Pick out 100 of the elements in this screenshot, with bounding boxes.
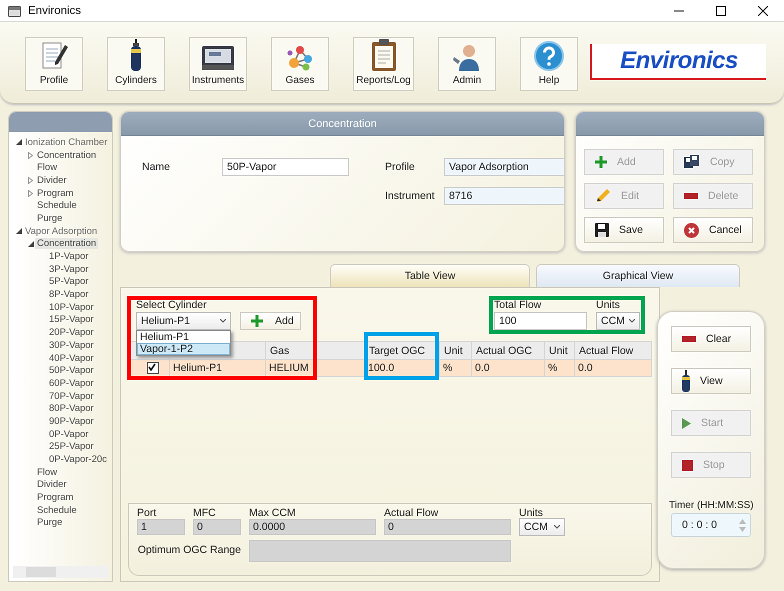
actual-flow-field[interactable]: 0 <box>384 519 511 535</box>
dropdown-option[interactable]: Vapor-1-P2 <box>137 343 230 355</box>
pencil-icon <box>595 188 611 204</box>
tree-item[interactable]: Program <box>35 492 76 504</box>
toolbar-button[interactable]: Reports/Log <box>353 37 414 91</box>
tree-item[interactable]: Purge <box>35 212 64 224</box>
column-header: Unit <box>440 342 472 360</box>
tree-item[interactable]: Divider <box>35 479 69 490</box>
tree-item[interactable]: 5P-Vapor <box>47 276 90 288</box>
cylinder-select[interactable]: Helium-P1 <box>136 312 231 330</box>
expanded-icon[interactable] <box>16 139 22 146</box>
collapsed-icon[interactable] <box>28 152 33 159</box>
field-label: Units <box>596 299 621 312</box>
tree-item[interactable]: 50P-Vapor <box>47 365 96 376</box>
max-ccm-field[interactable]: 0.0000 <box>249 519 376 535</box>
tree-item[interactable]: Schedule <box>35 200 79 212</box>
caret-icon <box>629 319 635 323</box>
instrument-field[interactable]: 8716 <box>444 187 564 205</box>
tree-item[interactable]: Schedule <box>35 504 79 516</box>
tree-item[interactable]: 80P-Vapor <box>47 403 96 414</box>
tree-item[interactable]: Flow <box>35 466 60 478</box>
table-cell: Helium-P1 <box>170 360 266 376</box>
field-label: Max CCM <box>249 507 297 519</box>
dropdown-option[interactable]: Helium-P1 <box>137 331 230 343</box>
toolbar-button[interactable]: Admin <box>438 37 496 91</box>
tree-item[interactable]: 10P-Vapor <box>47 302 96 313</box>
tree-item[interactable]: Ionization Chamber <box>23 136 110 148</box>
clipboard-icon <box>372 39 396 71</box>
action-button[interactable]: Save <box>584 217 664 243</box>
column-header: Actual Flow <box>574 342 652 360</box>
expanded-icon[interactable] <box>16 228 22 234</box>
plus-icon <box>595 156 607 168</box>
tree-item[interactable]: 8P-Vapor <box>47 289 90 300</box>
units-select[interactable]: CCM <box>596 312 640 330</box>
close-icon[interactable] <box>758 6 768 16</box>
field-label: Profile <box>385 161 416 173</box>
tree-item[interactable]: 20P-Vapor <box>47 327 96 338</box>
caret-icon <box>220 319 226 323</box>
field-label: Optimum OGC Range <box>138 544 241 556</box>
mfc-field[interactable]: 0 <box>193 519 241 535</box>
caret-icon <box>554 525 560 529</box>
field-label: Instrument <box>385 190 436 202</box>
field-label: Name <box>142 161 172 173</box>
toolbar-button[interactable]: Instruments <box>189 37 247 91</box>
units-select[interactable]: CCM <box>519 518 565 536</box>
port-field[interactable]: 1 <box>137 519 185 535</box>
toolbar-button[interactable]: Profile <box>25 37 83 91</box>
total-flow-field[interactable]: 100 <box>494 312 587 330</box>
tree-item[interactable]: 0P-Vapor <box>47 428 90 440</box>
field-label: Select Cylinder <box>136 299 208 312</box>
minus-icon <box>682 336 696 342</box>
collapsed-icon[interactable] <box>28 190 33 197</box>
tree-item[interactable]: 90P-Vapor <box>47 416 96 427</box>
window-icon <box>8 4 21 16</box>
tree-item[interactable]: 70P-Vapor <box>47 390 96 402</box>
collapsed-icon[interactable] <box>28 176 33 184</box>
toolbar-button[interactable]: Help <box>520 37 578 91</box>
maximize-icon[interactable] <box>716 6 726 16</box>
table-cell: 0.0 <box>574 360 652 376</box>
field-label: Units <box>519 507 544 519</box>
tree-item[interactable]: Concentration <box>35 238 98 250</box>
tree-item[interactable]: Concentration <box>35 150 98 161</box>
instrument-icon <box>201 43 235 71</box>
range-field[interactable] <box>249 540 511 562</box>
tree-item[interactable]: Program <box>35 188 76 199</box>
table-cell: 0.0 <box>472 360 544 376</box>
tree-item[interactable]: 1P-Vapor <box>47 251 90 262</box>
help-icon <box>534 41 564 71</box>
column-header: Actual OGC <box>472 342 544 360</box>
timer-field[interactable]: 0 : 0 : 0 <box>671 513 751 537</box>
molecule-icon <box>286 45 314 71</box>
tree-item[interactable]: 40P-Vapor <box>47 352 96 364</box>
checkbox[interactable] <box>147 362 159 374</box>
action-button[interactable]: Cancel <box>673 217 753 243</box>
cylinder-icon <box>682 370 690 392</box>
tab[interactable]: Graphical View <box>536 264 740 287</box>
tree-item[interactable]: Divider <box>35 174 69 186</box>
cylinder-icon <box>130 39 142 71</box>
name-field[interactable]: 50P-Vapor <box>222 158 349 176</box>
toolbar-button[interactable]: Gases <box>271 37 329 91</box>
tree-item[interactable]: Vapor Adsorption <box>23 226 100 237</box>
stop-icon <box>682 460 693 470</box>
tree-item[interactable]: 60P-Vapor <box>47 378 96 389</box>
scrollbar[interactable] <box>13 566 108 578</box>
profile-field[interactable]: Vapor Adsorption <box>444 158 564 176</box>
tab[interactable]: Table View <box>330 264 530 287</box>
copy-icon <box>684 155 700 169</box>
tree-item[interactable]: 0P-Vapor-20c <box>47 454 109 466</box>
run-button[interactable]: Clear <box>671 326 751 352</box>
tree-item[interactable]: 3P-Vapor <box>47 264 90 275</box>
person-icon <box>452 43 482 71</box>
tree-item[interactable]: 25P-Vapor <box>47 441 96 452</box>
add-button[interactable]: Add <box>240 312 301 330</box>
logo: Environics <box>590 44 766 80</box>
tree-item[interactable]: Purge <box>35 517 64 528</box>
tree-item[interactable]: 15P-Vapor <box>47 314 96 326</box>
tree-item[interactable]: 30P-Vapor <box>47 340 96 351</box>
toolbar-button[interactable]: Cylinders <box>107 37 165 91</box>
run-button[interactable]: View <box>671 368 751 394</box>
tree-item[interactable]: Flow <box>35 162 60 174</box>
